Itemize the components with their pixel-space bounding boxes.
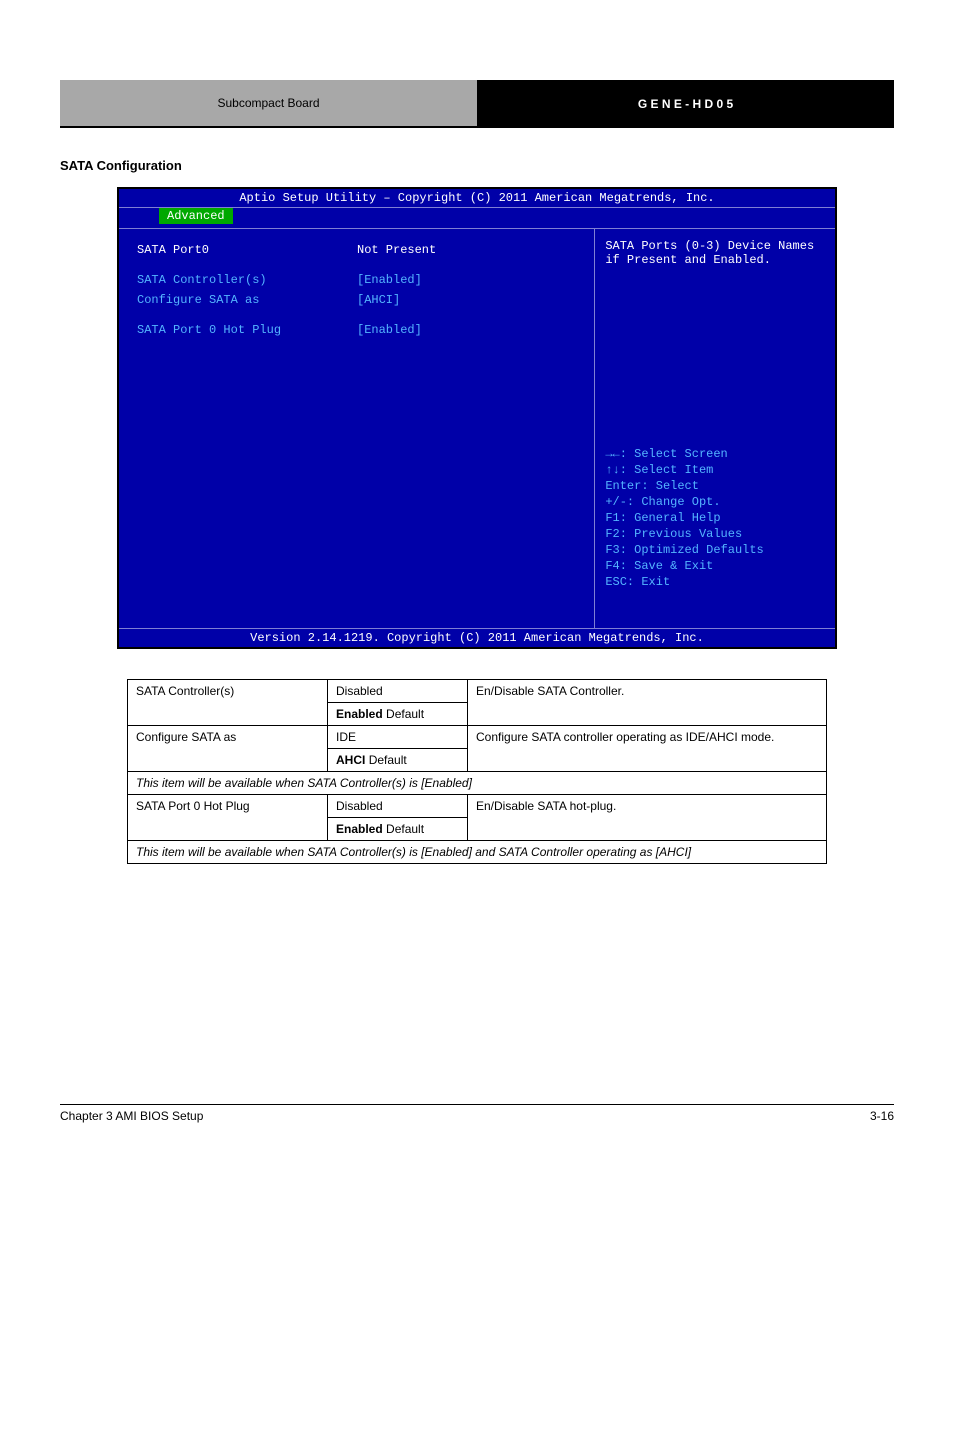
table-note: This item will be available when SATA Co…	[128, 841, 827, 864]
bios-tab-advanced[interactable]: Advanced	[159, 208, 233, 224]
bios-item[interactable]: SATA Controller(s) [Enabled]	[137, 273, 576, 287]
option-choice-default: Enabled Default	[328, 818, 468, 841]
bios-hint: →←: Select Screen	[605, 447, 825, 461]
bios-item-label: Configure SATA as	[137, 293, 357, 307]
bios-title: Aptio Setup Utility – Copyright (C) 2011…	[119, 189, 835, 208]
bios-item-value: Not Present	[357, 243, 497, 257]
bios-hint: ESC: Exit	[605, 575, 825, 589]
option-name: SATA Controller(s)	[128, 680, 328, 726]
bios-hint: F3: Optimized Defaults	[605, 543, 825, 557]
options-table: SATA Controller(s) Disabled En/Disable S…	[127, 679, 827, 864]
option-name: Configure SATA as	[128, 726, 328, 772]
header-right: G E N E - H D 0 5	[477, 80, 894, 128]
bios-item[interactable]: SATA Port 0 Hot Plug [Enabled]	[137, 323, 576, 337]
bios-help-text: SATA Ports (0-3) Device Names if Present…	[605, 239, 825, 267]
table-row: SATA Port 0 Hot Plug Disabled En/Disable…	[128, 795, 827, 818]
option-name: SATA Port 0 Hot Plug	[128, 795, 328, 841]
bios-hint: F2: Previous Values	[605, 527, 825, 541]
bios-item-value: [Enabled]	[357, 323, 497, 337]
bios-hint: F1: General Help	[605, 511, 825, 525]
bios-footer: Version 2.14.1219. Copyright (C) 2011 Am…	[119, 628, 835, 647]
footer-right: 3-16	[870, 1109, 894, 1123]
bios-tabs: Advanced	[119, 208, 835, 228]
table-note: This item will be available when SATA Co…	[128, 772, 827, 795]
option-choice: IDE	[328, 726, 468, 749]
option-choice: Disabled	[328, 795, 468, 818]
bios-item-value: [AHCI]	[357, 293, 497, 307]
bios-screenshot: Aptio Setup Utility – Copyright (C) 2011…	[117, 187, 837, 649]
bios-hint: Enter: Select	[605, 479, 825, 493]
page-header: Subcompact Board G E N E - H D 0 5	[60, 80, 894, 128]
option-desc: En/Disable SATA hot-plug.	[468, 795, 827, 841]
table-row: SATA Controller(s) Disabled En/Disable S…	[128, 680, 827, 703]
bios-hint: ↑↓: Select Item	[605, 463, 825, 477]
bios-item[interactable]: Configure SATA as [AHCI]	[137, 293, 576, 307]
header-left: Subcompact Board	[60, 80, 477, 128]
option-choice: Disabled	[328, 680, 468, 703]
bios-item-value: [Enabled]	[357, 273, 497, 287]
option-choice-default: AHCI Default	[328, 749, 468, 772]
footer-left: Chapter 3 AMI BIOS Setup	[60, 1109, 203, 1123]
bios-key-hints: →←: Select Screen ↑↓: Select Item Enter:…	[605, 447, 825, 589]
option-desc: Configure SATA controller operating as I…	[468, 726, 827, 772]
bios-item-label: SATA Controller(s)	[137, 273, 357, 287]
bios-hint: +/-: Change Opt.	[605, 495, 825, 509]
bios-item[interactable]: SATA Port0 Not Present	[137, 243, 576, 257]
bios-items-pane: SATA Port0 Not Present SATA Controller(s…	[119, 229, 595, 628]
option-choice-default: Enabled Default	[328, 703, 468, 726]
option-desc: En/Disable SATA Controller.	[468, 680, 827, 726]
bios-item-label: SATA Port 0 Hot Plug	[137, 323, 357, 337]
bios-item-label: SATA Port0	[137, 243, 357, 257]
section-heading: SATA Configuration	[60, 158, 894, 173]
page-footer: Chapter 3 AMI BIOS Setup 3-16	[60, 1104, 894, 1123]
table-row: Configure SATA as IDE Configure SATA con…	[128, 726, 827, 749]
bios-hint: F4: Save & Exit	[605, 559, 825, 573]
bios-help-pane: SATA Ports (0-3) Device Names if Present…	[595, 229, 835, 628]
